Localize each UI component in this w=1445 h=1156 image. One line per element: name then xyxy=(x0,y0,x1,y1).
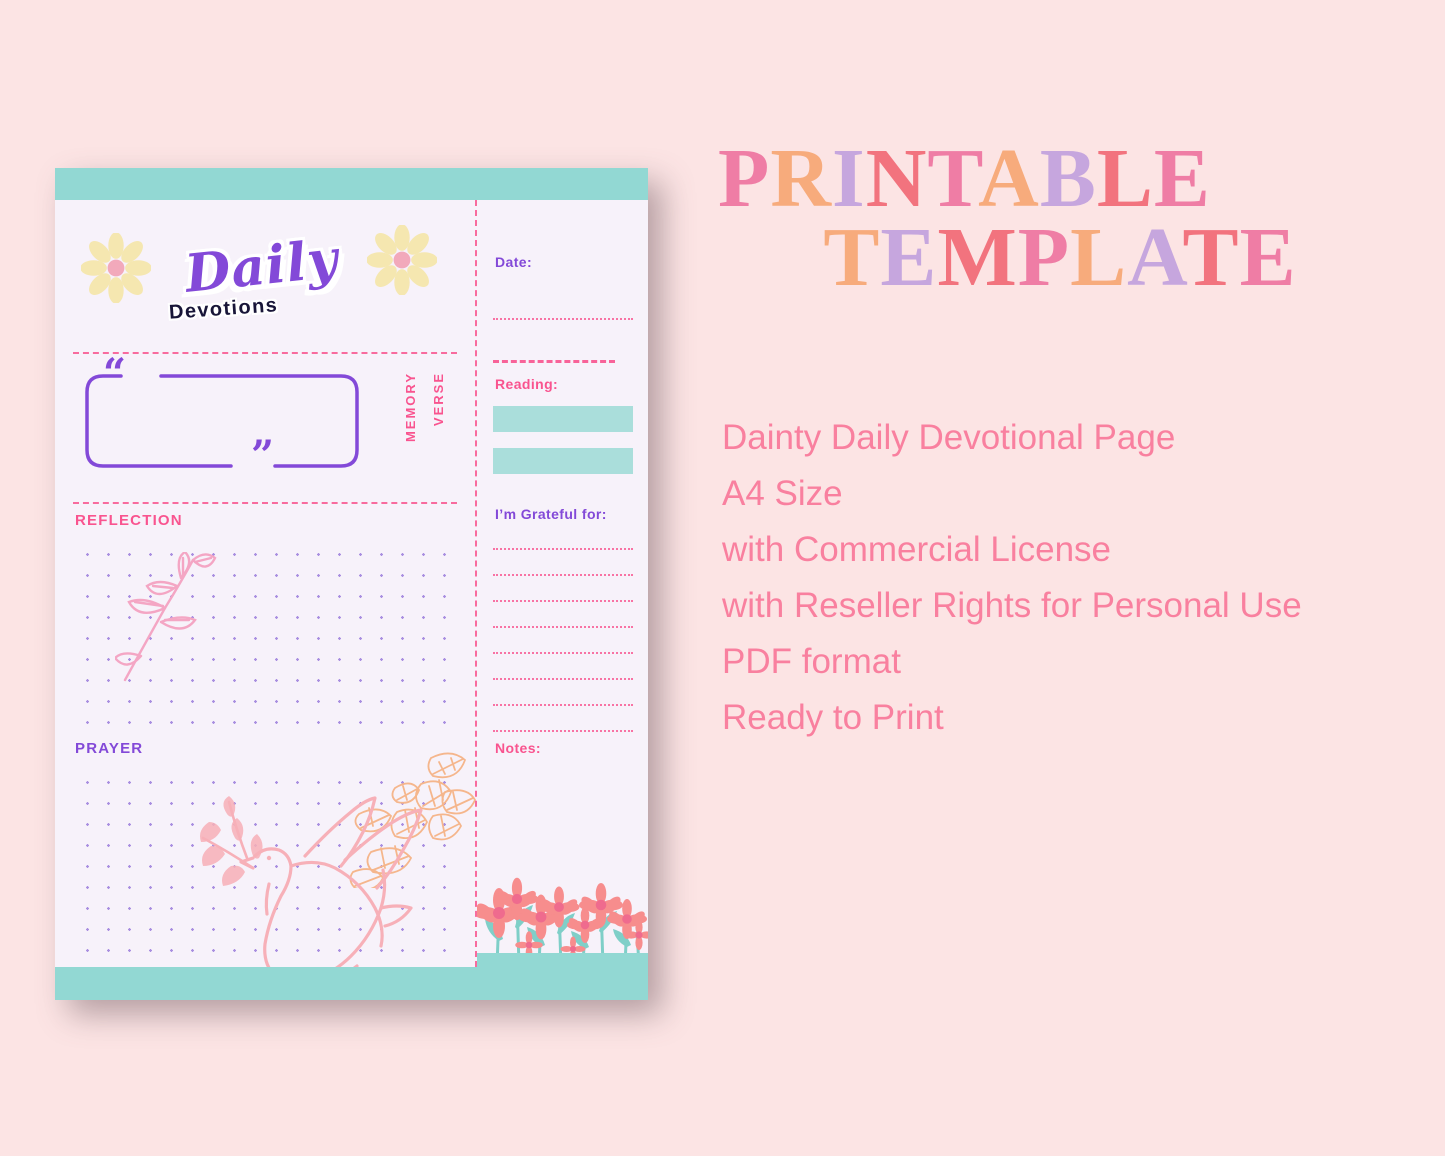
reading-bar-1[interactable] xyxy=(493,406,633,432)
memory-verse-label-line1: MEMORY xyxy=(403,372,418,443)
feature-item: with Reseller Rights for Personal Use xyxy=(722,586,1302,625)
headline-letter: P xyxy=(1017,210,1071,304)
headline-letter: A xyxy=(1127,210,1183,304)
grateful-line-2[interactable] xyxy=(493,574,633,576)
headline-printable: PRINTABLE xyxy=(718,137,1418,221)
headline-letter: M xyxy=(937,210,1018,304)
divider-under-verse xyxy=(73,502,457,504)
promo-headline-block: PRINTABLE TEMPLATE xyxy=(718,137,1418,300)
headline-letter: T xyxy=(1182,210,1240,304)
grateful-line-5[interactable] xyxy=(493,652,633,654)
headline-letter: L xyxy=(1070,210,1128,304)
feature-item: Ready to Print xyxy=(722,698,944,737)
page-top-band xyxy=(55,168,648,200)
grateful-line-6[interactable] xyxy=(493,678,633,680)
reading-bar-2[interactable] xyxy=(493,448,633,474)
page-body: Daily Devotions “ ” MEMORY VERSE REFLECT… xyxy=(55,200,648,984)
notes-label: Notes: xyxy=(495,740,541,756)
divider-under-title xyxy=(73,352,457,354)
memory-verse-section: “ ” MEMORY VERSE xyxy=(55,354,475,500)
reflection-label: REFLECTION xyxy=(75,512,183,529)
date-label: Date: xyxy=(495,254,533,270)
page-right-column: Date: Reading: I’m Grateful for: Notes: xyxy=(477,200,648,967)
page-title: Daily Devotions xyxy=(167,228,377,336)
quote-close-icon: ” xyxy=(251,432,275,479)
daisy-flower-left-icon xyxy=(81,233,151,303)
reading-label: Reading: xyxy=(495,376,559,392)
grateful-line-8[interactable] xyxy=(493,730,633,732)
reflection-dot-grid-area[interactable] xyxy=(73,540,457,726)
date-input-line[interactable] xyxy=(493,318,633,320)
feature-item: with Commercial License xyxy=(722,530,1112,569)
memory-verse-label: MEMORY VERSE xyxy=(373,372,473,472)
grateful-label: I’m Grateful for: xyxy=(495,506,607,522)
headline-letter: T xyxy=(823,210,881,304)
memory-verse-label-line2: VERSE xyxy=(431,372,446,427)
grateful-line-3[interactable] xyxy=(493,600,633,602)
grateful-line-7[interactable] xyxy=(493,704,633,706)
headline-template: TEMPLATE xyxy=(718,215,1418,299)
printable-page-preview: Daily Devotions “ ” MEMORY VERSE REFLECT… xyxy=(55,168,648,1000)
reading-divider xyxy=(493,360,615,363)
headline-letter: P xyxy=(718,132,771,225)
page-bottom-band xyxy=(55,967,648,1000)
feature-item: PDF format xyxy=(722,642,901,681)
prayer-label: PRAYER xyxy=(75,740,144,757)
feature-list: Dainty Daily Devotional Page A4 Size wit… xyxy=(722,410,1412,746)
grateful-line-1[interactable] xyxy=(493,548,633,550)
page-left-column: Daily Devotions “ ” MEMORY VERSE REFLECT… xyxy=(55,200,477,984)
page-title-zone: Daily Devotions xyxy=(55,200,475,350)
feature-item: A4 Size xyxy=(722,474,843,513)
flower-border-icon xyxy=(477,877,648,967)
headline-letter: E xyxy=(880,210,938,304)
feature-item: Dainty Daily Devotional Page xyxy=(722,418,1176,457)
printable-page: Daily Devotions “ ” MEMORY VERSE REFLECT… xyxy=(55,168,648,1000)
daisy-flower-right-icon xyxy=(367,225,437,295)
prayer-dot-grid-area[interactable] xyxy=(73,768,457,966)
grateful-line-4[interactable] xyxy=(493,626,633,628)
title-block-word: Devotions xyxy=(168,294,279,324)
headline-letter: E xyxy=(1239,210,1297,304)
title-script-word: Daily xyxy=(182,228,342,305)
quote-open-icon: “ xyxy=(103,350,127,397)
